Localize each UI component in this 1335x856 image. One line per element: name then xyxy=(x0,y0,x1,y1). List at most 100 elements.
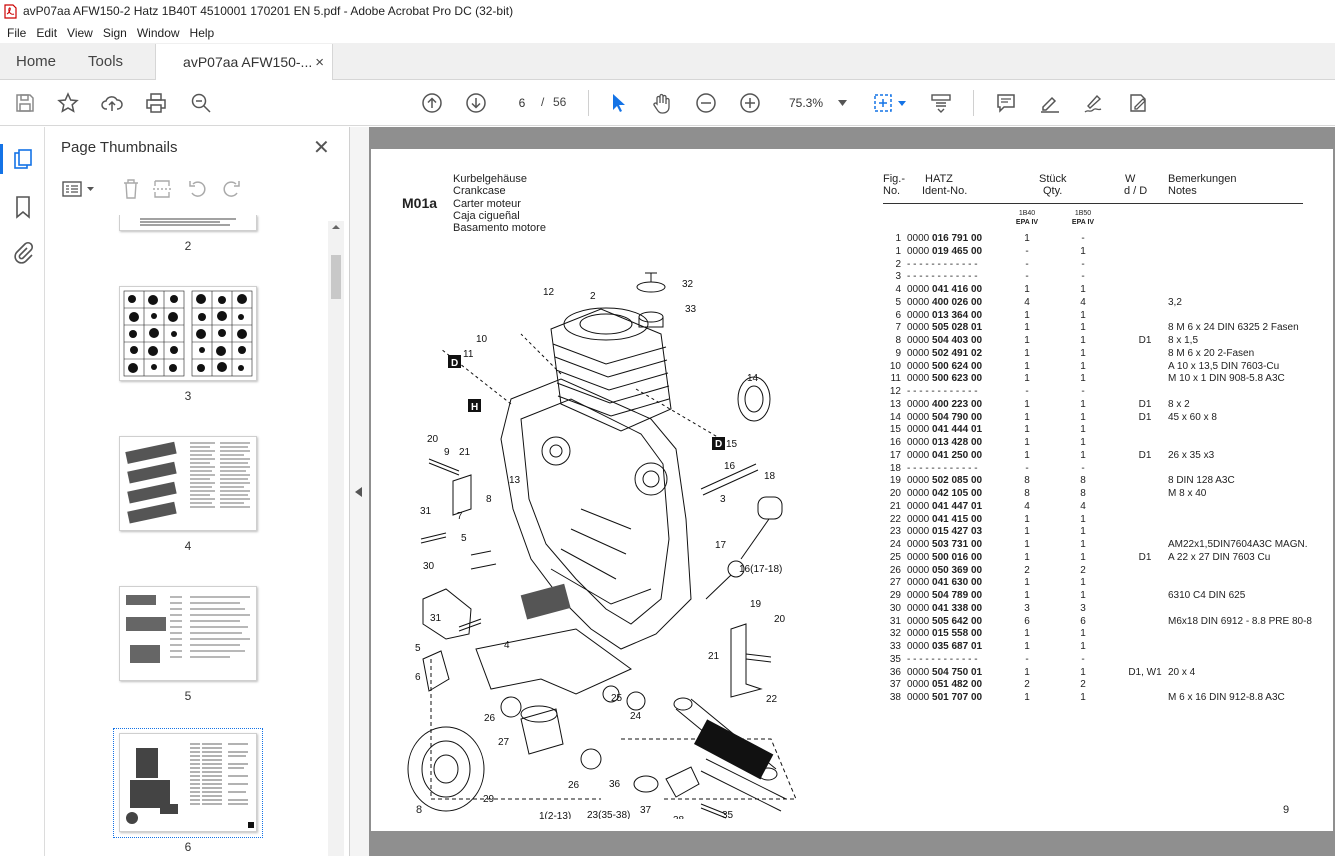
bookmark-icon[interactable] xyxy=(11,195,35,219)
tab-close-icon[interactable]: × xyxy=(315,54,324,71)
tab-tools[interactable]: Tools xyxy=(72,43,139,79)
part-ident-no: - - - - - - - - - - - - xyxy=(907,386,978,399)
zoom-out-icon[interactable] xyxy=(694,91,718,115)
highlight-pen-icon[interactable] xyxy=(1038,91,1062,115)
menu-window[interactable]: Window xyxy=(132,26,185,40)
header-dd: d / D xyxy=(1124,185,1148,197)
parts-list-header: Fig.- No. HATZ Ident-No. Stück Qty. W d … xyxy=(883,173,1303,203)
tab-home[interactable]: Home xyxy=(0,43,72,79)
part-fig-no: 12 xyxy=(889,386,901,397)
zoom-level-select[interactable]: 75.3% xyxy=(783,91,853,115)
pdf-file-icon xyxy=(4,3,17,19)
scroll-up-arrow-icon[interactable] xyxy=(328,222,344,232)
part-qty-1b40: 1 xyxy=(1024,309,1030,321)
menu-view[interactable]: View xyxy=(62,26,98,40)
draw-freehand-icon[interactable] xyxy=(1082,91,1106,115)
part-qty-1b50: 1 xyxy=(1080,449,1086,461)
part-qty-1b40: - xyxy=(1025,245,1029,257)
callout-label: 2 xyxy=(590,291,596,302)
pdf-page: M01a Kurbelgehäuse Crankcase Carter mote… xyxy=(371,149,1333,831)
zoom-search-icon[interactable] xyxy=(189,91,213,115)
rotate-right-icon[interactable] xyxy=(219,177,243,201)
part-ident-no: - - - - - - - - - - - - xyxy=(907,259,978,272)
part-ident-prefix: 0000 xyxy=(907,539,930,550)
thumbnail-page-6[interactable] xyxy=(119,733,257,832)
part-fig-no: 36 xyxy=(889,666,901,678)
thumbnail-page-3[interactable] xyxy=(119,286,257,381)
exploded-parts-diagram: 12 2 32 33 10 11 D H 14 20 9 21 13 15 D … xyxy=(407,272,797,819)
fill-sign-icon[interactable] xyxy=(1126,91,1150,115)
part-ident-prefix: 0000 xyxy=(907,692,930,703)
comment-icon[interactable] xyxy=(994,91,1018,115)
thumbnail-label: 3 xyxy=(184,389,192,403)
tab-document[interactable]: avP07aa AFW150-... × xyxy=(155,44,334,80)
page-thumbnails-icon[interactable] xyxy=(11,148,35,172)
callout-label: 8 xyxy=(486,494,492,505)
cloud-upload-icon[interactable] xyxy=(100,91,124,115)
menu-help[interactable]: Help xyxy=(185,26,220,40)
part-ident-prefix: 0000 xyxy=(907,398,930,410)
part-qty-1b50: 6 xyxy=(1080,615,1086,627)
part-ident-number: 015 558 00 xyxy=(932,628,983,640)
options-menu-icon[interactable] xyxy=(61,177,97,201)
menu-bar: File Edit View Sign Window Help xyxy=(0,22,1335,43)
part-note: M 8 x 40 xyxy=(1168,488,1207,499)
part-ident-number: 400 026 00 xyxy=(932,296,983,308)
save-icon[interactable] xyxy=(13,91,37,115)
part-ident-no: 0000 041 338 00 xyxy=(907,603,982,616)
bookmark-star-icon[interactable] xyxy=(56,91,80,115)
print-icon[interactable] xyxy=(144,91,168,115)
page-thumbnails-panel: Page Thumbnails ✕ 2 3 4 5 6 xyxy=(45,127,350,856)
part-fig-no: 19 xyxy=(889,475,901,487)
menu-edit[interactable]: Edit xyxy=(31,26,62,40)
panel-title: Page Thumbnails xyxy=(61,139,178,156)
part-fig-no: 14 xyxy=(889,411,901,423)
thumbnail-page-5[interactable] xyxy=(119,586,257,681)
part-ident-number: 041 447 01 xyxy=(932,500,983,512)
zoom-in-icon[interactable] xyxy=(738,91,762,115)
select-arrow-icon[interactable] xyxy=(606,91,630,115)
part-qty-1b50: 1 xyxy=(1080,628,1086,640)
document-viewer[interactable]: M01a Kurbelgehäuse Crankcase Carter mote… xyxy=(369,127,1335,856)
page-number-input[interactable]: 6 xyxy=(507,91,537,115)
part-fig-no: 38 xyxy=(889,692,901,703)
part-ident-no: 0000 504 790 00 xyxy=(907,412,982,425)
part-w-dd: D1 xyxy=(1138,398,1152,410)
menu-file[interactable]: File xyxy=(2,26,31,40)
callout-label: 21 xyxy=(459,447,471,458)
callout-label: 11 xyxy=(463,349,474,360)
part-note: 8 x 1,5 xyxy=(1168,335,1199,346)
title-bar: avP07aa AFW150-2 Hatz 1B40T 4510001 1702… xyxy=(0,0,1335,22)
thumbnail-page-4[interactable] xyxy=(119,436,257,531)
part-qty-1b50: 1 xyxy=(1080,245,1086,257)
close-icon[interactable]: ✕ xyxy=(313,135,330,160)
parts-list-row: 1 0000 019 465 00 - 1 xyxy=(883,246,1313,259)
scroll-mode-icon[interactable] xyxy=(929,91,953,115)
thumbnail-scrollbar[interactable] xyxy=(328,221,344,856)
epa-variant-header: 1B40 EPA IV 1B50 EPA IV xyxy=(883,208,1303,228)
parts-list-row: 11 0000 500 623 00 1 1 M 10 x 1 DIN 908-5.8 … xyxy=(883,373,1313,386)
part-qty-1b40: 6 xyxy=(1024,615,1030,627)
part-qty-1b50: 1 xyxy=(1080,539,1086,550)
attachment-paperclip-icon[interactable] xyxy=(11,241,35,265)
part-ident-prefix: 0000 xyxy=(907,411,930,423)
part-ident-no: 0000 504 403 00 xyxy=(907,335,982,348)
part-qty-1b40: - xyxy=(1025,653,1029,665)
part-fig-no: 20 xyxy=(889,488,901,499)
rotate-left-icon[interactable] xyxy=(186,177,210,201)
thumbnail-page-2[interactable] xyxy=(119,215,257,231)
scrollbar-thumb[interactable] xyxy=(331,255,341,299)
delete-page-icon[interactable] xyxy=(119,177,143,201)
panel-collapse-handle[interactable] xyxy=(350,127,369,856)
parts-list-row: 5 0000 400 026 00 4 4 3,2 xyxy=(883,297,1313,310)
previous-page-icon[interactable] xyxy=(420,91,444,115)
menu-sign[interactable]: Sign xyxy=(98,26,132,40)
extract-page-icon[interactable] xyxy=(151,177,175,201)
part-fig-no: 24 xyxy=(889,539,901,550)
part-fig-no: 13 xyxy=(889,398,901,410)
next-page-icon[interactable] xyxy=(464,91,488,115)
part-ident-prefix: 0000 xyxy=(907,296,930,308)
part-qty-1b50: 1 xyxy=(1080,373,1086,385)
hand-tool-icon[interactable] xyxy=(650,91,674,115)
page-fit-icon[interactable] xyxy=(872,91,908,115)
